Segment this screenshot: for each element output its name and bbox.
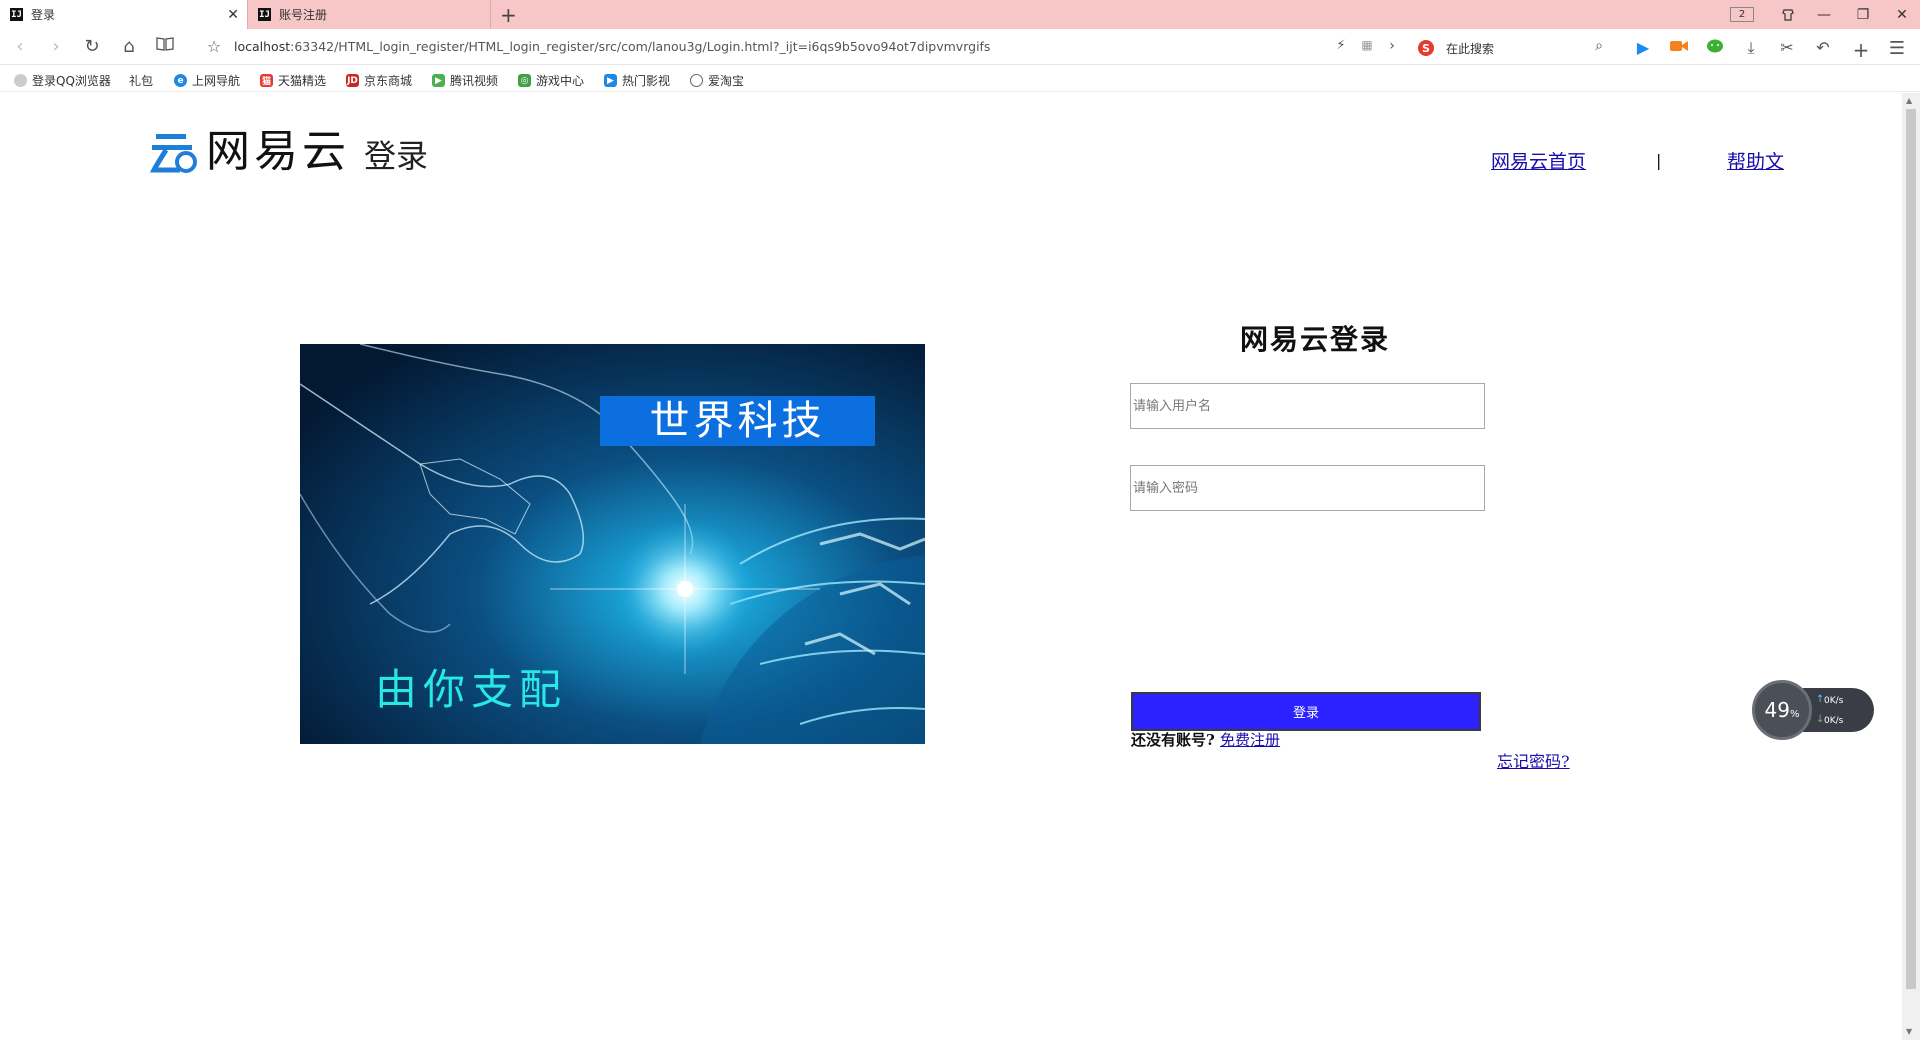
scroll-up-icon[interactable]: ▲: [1906, 96, 1912, 105]
sogou-icon: S: [1418, 40, 1434, 56]
bookmark-label: 游戏中心: [536, 74, 585, 88]
no-account-text: 还没有账号? 免费注册: [1131, 731, 1291, 750]
bookmark-label: 天猫精选: [278, 74, 327, 88]
bookmark-label: 礼包: [129, 74, 154, 88]
page-subtitle: 登录: [364, 137, 429, 175]
bookmark-item[interactable]: 猫 天猫精选: [260, 72, 326, 89]
tab-register[interactable]: IJ 账号注册: [247, 0, 491, 29]
close-tab-icon[interactable]: ✕: [227, 7, 239, 23]
camera-icon[interactable]: [1668, 38, 1690, 58]
bookmark-label: 腾讯视频: [450, 74, 499, 88]
reload-icon[interactable]: ↻: [80, 36, 104, 58]
globe-icon: [690, 74, 703, 87]
play-icon: ▶: [604, 74, 617, 87]
menu-icon[interactable]: ☰: [1886, 38, 1908, 59]
tmall-icon: 猫: [260, 74, 273, 87]
memory-percent: 49: [1764, 698, 1790, 722]
minimize-icon[interactable]: —: [1806, 0, 1842, 29]
percent-unit: %: [1789, 709, 1800, 720]
bookmark-item[interactable]: ◎ 游戏中心: [518, 72, 584, 89]
back-icon[interactable]: ‹: [8, 36, 32, 58]
login-title: 网易云登录: [1240, 323, 1391, 356]
bookmark-label: 上网导航: [192, 74, 241, 88]
login-button[interactable]: 登录: [1131, 692, 1481, 731]
link-separator: |: [1656, 151, 1662, 170]
bookmark-label: 爱淘宝: [708, 74, 745, 88]
forgot-password-link[interactable]: 忘记密码?: [1497, 748, 1570, 772]
url-path: :63342/HTML_login_register/HTML_login_re…: [290, 39, 991, 54]
bookmark-item[interactable]: 礼包: [129, 72, 153, 89]
undo-icon[interactable]: ↶: [1812, 38, 1834, 58]
intellij-icon: IJ: [10, 8, 23, 21]
bookmark-item[interactable]: ▶ 热门影视: [604, 72, 670, 89]
intellij-icon: IJ: [258, 8, 271, 21]
memory-percent-gauge[interactable]: 49%: [1752, 680, 1812, 740]
network-speed-widget[interactable]: ↑ 0K/s ↓ 0K/s 49%: [1752, 680, 1874, 740]
download-icon[interactable]: ⤓: [1740, 38, 1762, 58]
bookmark-label: 京东商城: [364, 74, 413, 88]
search-icon[interactable]: ⌕: [1588, 38, 1610, 58]
bookmarks-bar: 登录QQ浏览器 礼包 e 上网导航 猫 天猫精选 JD 京东商城 ▶ 腾讯视频 …: [0, 66, 1920, 92]
bookmark-item[interactable]: 登录QQ浏览器: [14, 72, 111, 89]
forward-icon[interactable]: ›: [44, 36, 68, 58]
restore-icon[interactable]: ❐: [1845, 0, 1881, 29]
register-link[interactable]: 免费注册: [1220, 731, 1280, 749]
cloud-logo-icon: [149, 128, 200, 176]
password-input[interactable]: [1130, 465, 1485, 511]
bookmark-label: 登录QQ浏览器: [32, 74, 111, 88]
tab-count-badge[interactable]: 2: [1730, 7, 1754, 22]
search-placeholder: 在此搜索: [1446, 41, 1495, 56]
user-icon: [14, 74, 27, 87]
tab-title: 账号注册: [279, 8, 328, 22]
username-input[interactable]: [1130, 383, 1485, 429]
video-play-icon[interactable]: ▶: [1632, 38, 1654, 58]
bookmark-label: 热门影视: [622, 74, 671, 88]
banner-subtitle: 由你支配: [375, 665, 568, 714]
upload-rate: 0K/s: [1824, 696, 1844, 706]
address-bar[interactable]: localhost:63342/HTML_login_register/HTML…: [234, 39, 990, 54]
no-account-label: 还没有账号?: [1131, 731, 1215, 749]
flash-icon[interactable]: ⚡: [1330, 38, 1352, 58]
download-rate: 0K/s: [1824, 716, 1844, 726]
site-logo: 网易云 登录: [149, 126, 429, 177]
skin-icon[interactable]: [1770, 0, 1806, 29]
bookmark-item[interactable]: 爱淘宝: [690, 72, 744, 89]
reader-icon[interactable]: [153, 36, 177, 58]
tab-login[interactable]: IJ 登录 ✕: [0, 0, 247, 29]
banner-title: 世界科技: [649, 398, 826, 444]
page-scrollbar[interactable]: ▲ ▼: [1902, 93, 1920, 1040]
tab-bar: IJ 登录 ✕ IJ 账号注册 + 2 — ❐ ✕: [0, 0, 1920, 29]
brand-name: 网易云: [206, 126, 350, 177]
help-link[interactable]: 帮助文档: [1727, 151, 1791, 174]
search-box[interactable]: S 在此搜索: [1418, 37, 1608, 59]
navigation-bar: ‹ › ↻ ⌂ ☆ localhost:63342/HTML_login_reg…: [0, 29, 1920, 65]
scissors-icon[interactable]: ✂: [1776, 38, 1798, 58]
ie-icon: e: [174, 74, 187, 87]
wechat-icon[interactable]: [1704, 38, 1726, 58]
url-host: localhost: [234, 39, 291, 54]
chevron-right-icon[interactable]: ›: [1381, 38, 1403, 58]
scrollbar-thumb[interactable]: [1906, 109, 1916, 989]
new-tab-icon[interactable]: +: [500, 3, 517, 27]
bookmark-item[interactable]: ▶ 腾讯视频: [432, 72, 498, 89]
tab-title: 登录: [31, 8, 56, 22]
banner-image: 世界科技 由你支配: [300, 344, 925, 744]
jd-icon: JD: [346, 74, 359, 87]
bookmark-star-icon[interactable]: ☆: [202, 36, 226, 58]
scroll-down-icon[interactable]: ▼: [1906, 1027, 1912, 1036]
close-window-icon[interactable]: ✕: [1884, 0, 1920, 29]
bookmark-item[interactable]: JD 京东商城: [346, 72, 412, 89]
qr-icon[interactable]: ▦: [1356, 38, 1378, 58]
gamepad-icon: ◎: [518, 74, 531, 87]
home-link[interactable]: 网易云首页: [1491, 151, 1601, 174]
play-icon: ▶: [432, 74, 445, 87]
bookmark-item[interactable]: e 上网导航: [174, 72, 240, 89]
home-icon[interactable]: ⌂: [117, 36, 141, 58]
add-icon[interactable]: +: [1850, 38, 1872, 62]
